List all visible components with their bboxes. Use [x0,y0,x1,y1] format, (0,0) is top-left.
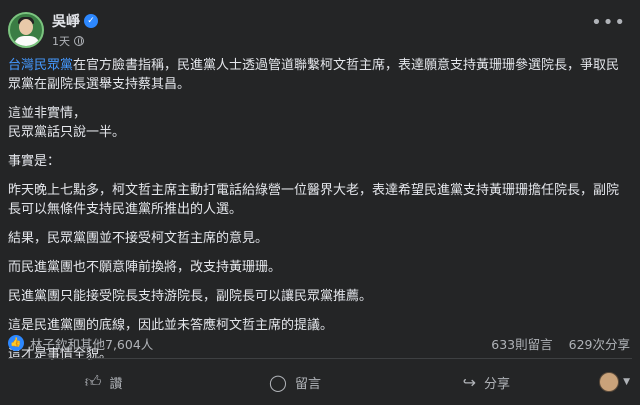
post-paragraph: 而民進黨團也不願意陣前換將，改支持黃珊珊。 [8,260,282,275]
post-paragraph: 民進黨團只能接受院長支持游院長，副院長可以讓民眾黨推薦。 [8,289,373,304]
comment-label: 留言 [294,376,321,392]
more-options-icon[interactable]: ••• [591,12,626,33]
share-button[interactable]: ↪ 分享 [391,365,582,399]
facebook-post: 吳崢 ✓ 1天 ••• 台灣民眾黨在官方臉書指稱，民進黨人士透過管道聯繫柯文哲主… [0,0,640,405]
post-paragraph: 這並非實情， 民眾黨話只說一半。 [8,106,126,140]
post-time[interactable]: 1天 [52,33,70,49]
like-label: 讚 [109,376,123,392]
user-avatar [599,372,620,392]
mention-link[interactable]: 台灣民眾黨 [8,58,73,73]
divider [8,358,632,359]
like-button[interactable]: 👍︎ 讚 [8,365,199,399]
profile-switcher[interactable]: ▼ [599,372,630,392]
thumbs-up-icon: 👍︎ [84,372,102,391]
verified-badge-icon: ✓ [84,14,98,28]
comment-icon: ◯ [269,372,287,392]
post-paragraph: 昨天晚上七點多，柯文哲主席主動打電話給綠營一位醫界大老，表達希望民進黨支持黃珊珊… [8,183,620,217]
author-name[interactable]: 吳崢 [52,11,80,31]
share-icon: ↪ [462,372,477,392]
author-avatar[interactable] [8,12,44,48]
post-paragraph: 結果，民眾黨團並不接受柯文哲主席的意見。 [8,231,269,246]
post-paragraph: 事實是： [8,154,61,169]
globe-icon [74,36,84,46]
post-header: 吳崢 ✓ 1天 [8,10,98,50]
comments-count[interactable]: 633則留言 [491,334,552,353]
shares-count[interactable]: 629次分享 [569,334,630,353]
post-stats: 👍 林子欽和其他7,604人 633則留言 629次分享 [8,334,630,352]
comment-button[interactable]: ◯ 留言 [199,365,390,399]
share-label: 分享 [484,376,511,392]
thumbs-up-icon: 👍 [8,335,24,351]
post-actions: 👍︎ 讚 ◯ 留言 ↪ 分享 [8,362,632,402]
post-paragraph: 台灣民眾黨在官方臉書指稱，民進黨人士透過管道聯繫柯文哲主席，表達願意支持黃珊珊參… [8,58,620,92]
chevron-down-icon: ▼ [623,377,630,387]
post-body: 台灣民眾黨在官方臉書指稱，民進黨人士透過管道聯繫柯文哲主席，表達願意支持黃珊珊參… [8,56,628,374]
reactions-count[interactable]: 林子欽和其他7,604人 [30,334,153,353]
post-paragraph: 這是民進黨團的底線，因此並未答應柯文哲主席的提議。 [8,318,334,333]
